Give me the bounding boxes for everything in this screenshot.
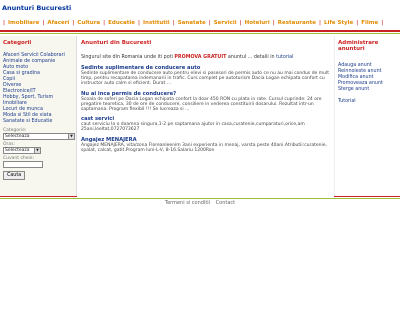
intro-text: Singurul site din Romania unde iti poti … [81,55,330,60]
promo-text: PROMOVA GRATUIT [174,55,227,60]
page-header: Anunturi Bucuresti | Imobiliare | Afaceri… [0,0,400,34]
nav-separator: | [272,20,275,26]
nav-item-sanatate[interactable]: Sanatate [178,20,206,26]
header-divider-green [0,33,400,34]
nav-item-imobiliare[interactable]: Imobiliare [8,20,39,26]
keyword-input[interactable] [3,161,43,168]
listing-item: Angajez MENAJERA Angajez MENAJERA, vita/… [81,137,330,153]
categorie-select[interactable]: Selecteaza ▼ [3,133,75,140]
header-divider-red [0,30,400,32]
oras-select-value: Selecteaza [5,148,30,153]
sidebar-item-sanatate[interactable]: Sanatate si Educatie [3,119,73,125]
listing-title[interactable]: Angajez MENAJERA [81,137,137,143]
search-form: Categorie: Selecteaza ▼ Oras: Selecteaza… [3,128,75,180]
footer-divider-green [0,198,400,199]
oras-select[interactable]: Selecteaza ▼ [3,147,41,154]
chevron-down-icon: ▼ [34,148,40,153]
search-button[interactable]: Cauta [3,171,26,180]
listing-item: Sedinte suplimentare de conducere auto S… [81,65,330,87]
listing-description: Sedinte suplimentare de conducere auto p… [81,71,330,87]
nav-item-filme[interactable]: Filme [361,20,378,26]
footer-link-terms[interactable]: Termeni si conditii [165,200,210,206]
admin-title: Administrare anunturi [338,40,379,52]
chevron-down-icon: ▼ [68,134,74,139]
site-title[interactable]: Anunturi Bucuresti [2,4,71,12]
categorie-select-value: Selecteaza [5,134,30,139]
nav-separator: | [137,20,140,26]
footer-divider-right [334,196,400,197]
nav-separator: | [172,20,175,26]
nav-separator: | [319,20,322,26]
nav-item-restaurante[interactable]: Restaurante [278,20,316,26]
page-title: Anunturi din Bucuresti [81,40,152,46]
listing-item: cast servici caut serviciu la o doamna s… [81,116,330,132]
sidebar-title: Categorii [3,40,32,46]
intro-text-start: Singurul site din Romania unde iti poti [81,55,173,60]
listing-title[interactable]: Nu ai inca permis de conducere? [81,91,176,97]
nav-item-hoteluri[interactable]: Hoteluri [245,20,270,26]
nav-item-life-style[interactable]: Life Style [324,20,353,26]
listing-item: Nu ai inca permis de conducere? Scoala d… [81,91,330,113]
nav-item-cultura[interactable]: Cultura [77,20,100,26]
nav-separator: | [72,20,75,26]
nav-item-institutii[interactable]: Institutii [143,20,170,26]
nav-separator: | [103,20,106,26]
footer-link-contact[interactable]: Contact [216,200,235,206]
listing-description: caut serviciu la o doamna singura,1-2 pe… [81,122,305,133]
main-content: Anunturi din Bucuresti Singurul site din… [78,36,333,196]
nav-separator: | [42,20,45,26]
nav-separator: | [3,20,6,26]
nav-item-educatie[interactable]: Educatie [108,20,135,26]
nav-item-afaceri[interactable]: Afaceri [47,20,69,26]
page-footer: Termeni si conditii Contact [0,200,400,210]
admin-sidebar: Administrare anunturi Adauga anunt Reinn… [334,36,400,196]
nav-item-servicii[interactable]: Servicii [214,20,237,26]
nav-separator: | [381,20,384,26]
listing-description: Scoala de soferi pe Dacia Logan echipata… [81,96,322,113]
admin-tutorial-link[interactable]: Tutorial [338,99,397,104]
nav-separator: | [208,20,211,26]
intro-text-middle: anuntul ... detalii in [227,55,275,60]
listing-description: Angajez MENAJERA, vita/zona Floreanleeni… [81,142,327,153]
category-sidebar: Categorii Afaceri Servicii Colaborari An… [0,36,77,196]
top-navigation: | Imobiliare | Afaceri | Cultura | Educatie… [0,17,400,29]
nav-separator: | [239,20,242,26]
nav-separator: | [356,20,359,26]
footer-divider-left [0,196,77,197]
tutorial-link[interactable]: tutorial [276,55,293,60]
admin-item-sterge[interactable]: Sterge anunt [338,87,397,93]
